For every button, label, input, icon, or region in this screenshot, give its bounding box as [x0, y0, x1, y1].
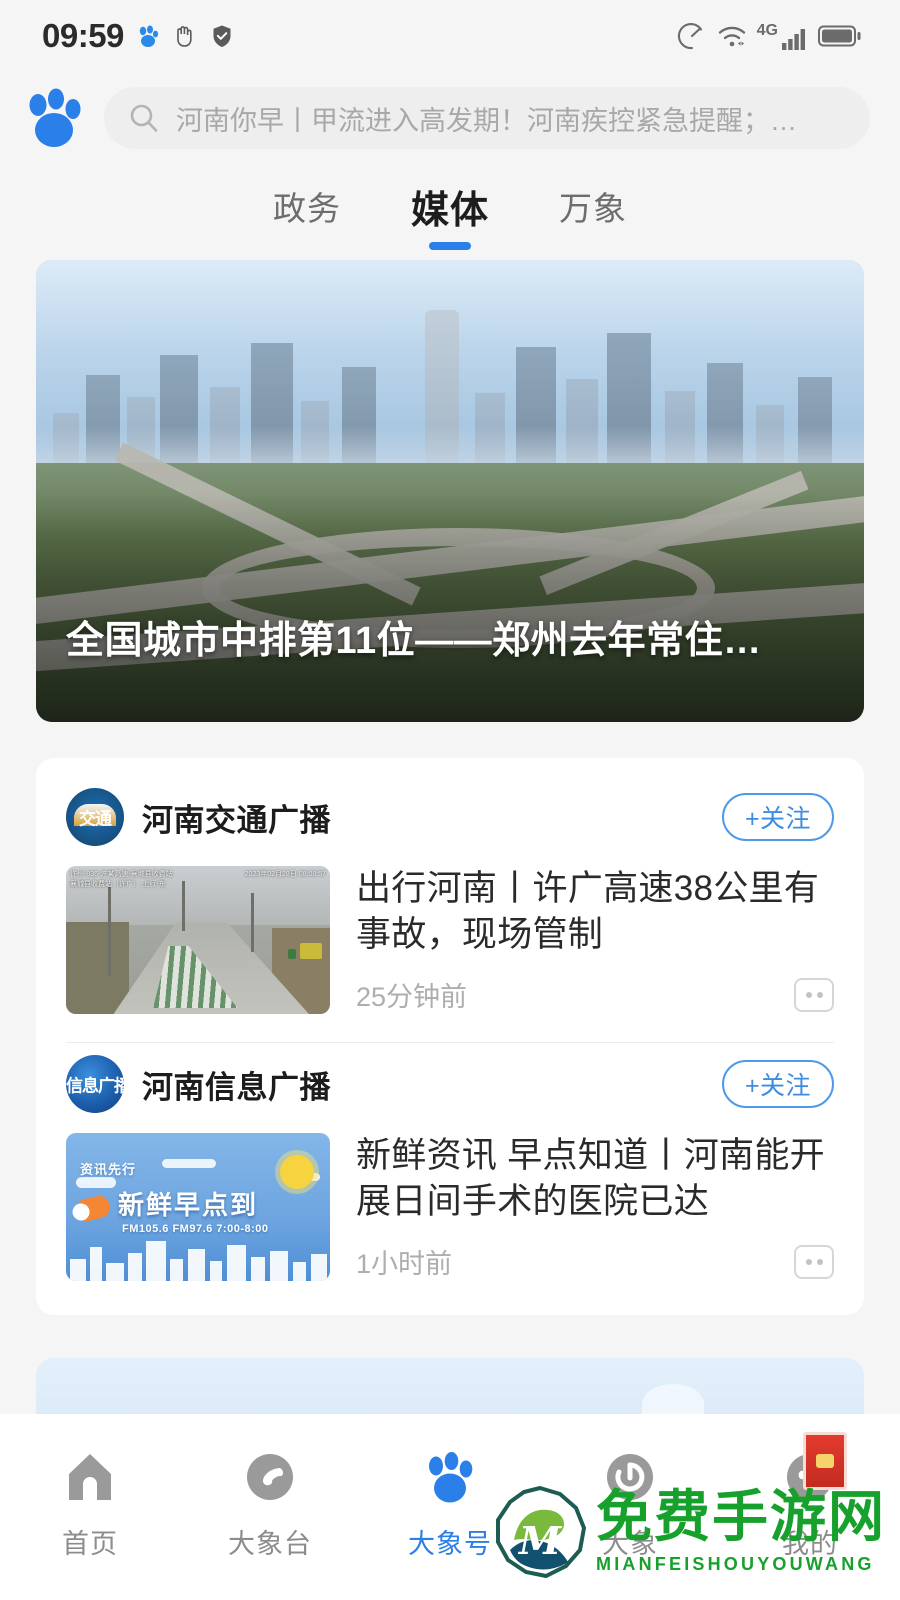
avatar[interactable]: 信息广播 [66, 1055, 124, 1113]
avatar-label: 信息广播 [66, 1076, 124, 1096]
shield-check-icon [213, 25, 231, 47]
compass-icon [239, 1446, 301, 1508]
media-feed-card: 交通 河南交通广播 +关注 许州-036-许某高速-襄城县收费站 襄城县收费站（… [36, 758, 864, 1315]
news-text-block: 出行河南丨许广高速38公里有事故，现场管制 25分钟前 [356, 866, 834, 1014]
speedometer-icon [677, 23, 702, 50]
news-source-row: 交通 河南交通广播 +关注 [66, 784, 834, 850]
news-item[interactable]: 交通 河南交通广播 +关注 许州-036-许某高速-襄城县收费站 襄城县收费站（… [66, 784, 834, 1014]
thumb-road-sign [300, 942, 322, 959]
status-bar: 09:59 4G [0, 0, 900, 72]
tab-label: 政务 [272, 190, 341, 227]
status-time: 09:59 [42, 17, 124, 54]
follow-label: +关注 [744, 805, 812, 833]
thumb-pole [182, 880, 186, 932]
nav-label: 首页 [62, 1529, 118, 1559]
news-timestamp: 1小时前 [356, 1249, 453, 1279]
thumb-overlay-timestamp: 2023年02月28日 08:08:57 [244, 871, 326, 878]
tab-label: 万象 [559, 190, 627, 227]
news-thumbnail[interactable]: 资讯先行 新鲜早点到 FM105.6 FM97.6 7:00-8:00 [66, 1133, 330, 1281]
paw-logo-icon [139, 25, 159, 47]
radio-tagline: 资讯先行 [80, 1162, 137, 1177]
category-tab-bar: 政务 媒体 万象 [0, 164, 900, 252]
bottom-navigation-bar: 首页 大象台 大象号 大象 我的 [0, 1414, 900, 1600]
tab-zhengwu[interactable]: 政务 [267, 182, 347, 230]
news-title: 新鲜资讯 早点知道丨河南能开展日间手术的医院已达 [356, 1136, 825, 1222]
nav-label: 我的 [782, 1529, 838, 1559]
nav-label: 大象号 [408, 1529, 492, 1559]
avatar-label: 交通 [79, 809, 112, 829]
news-text-block: 新鲜资讯 早点知道丨河南能开展日间手术的医院已达 1小时前 [356, 1133, 834, 1281]
battery-icon [818, 25, 861, 47]
envelope-badge[interactable] [803, 1432, 847, 1490]
more-options-icon[interactable] [794, 1244, 834, 1279]
signal-4g-icon: 4G [757, 22, 809, 51]
elephant-paw-logo[interactable] [18, 82, 90, 154]
avatar[interactable]: 交通 [66, 788, 124, 846]
follow-button[interactable]: +关注 [722, 1060, 834, 1108]
news-thumbnail[interactable]: 许州-036-许某高速-襄城县收费站 襄城县收费站（许广）-上行-东 2023年… [66, 866, 330, 1014]
tab-label: 媒体 [410, 189, 489, 232]
nav-item-mine[interactable]: 我的 [720, 1432, 900, 1561]
thumb-overlay-text: 襄城县收费站（许广）-上行-东 [70, 881, 166, 888]
face-icon [779, 1432, 847, 1508]
refresh-circle-icon [599, 1446, 661, 1508]
news-meta-row: 1小时前 [356, 1228, 834, 1281]
news-source-name: 河南交通广播 [142, 802, 331, 838]
nav-label: 大象台 [228, 1529, 312, 1559]
tab-wanxiang[interactable]: 万象 [553, 182, 633, 230]
cloud-icon [76, 1177, 116, 1188]
news-source-row: 信息广播 河南信息广播 +关注 [66, 1051, 834, 1117]
status-bar-right: 4G [677, 21, 862, 51]
wifi-icon [718, 26, 745, 47]
news-body: 许州-036-许某高速-襄城县收费站 襄城县收费站（许广）-上行-东 2023年… [66, 866, 834, 1014]
news-meta-row: 25分钟前 [356, 961, 834, 1014]
follow-label: +关注 [744, 1072, 812, 1100]
news-item[interactable]: 信息广播 河南信息广播 +关注 资讯先行 新鲜早点到 FM105.6 FM97.… [66, 1051, 834, 1281]
feed-divider [66, 1042, 834, 1043]
hero-banner[interactable]: 全国城市中排第11位——郑州去年常住… [36, 260, 864, 722]
paw-icon [419, 1446, 481, 1508]
follow-button[interactable]: +关注 [722, 793, 834, 841]
megaphone-icon [77, 1193, 113, 1223]
thumb-pole [108, 886, 112, 976]
thumb-road-sign [288, 948, 296, 959]
search-header: 河南你早丨甲流进入高发期！河南疾控紧急提醒；… [0, 72, 900, 164]
nav-item-daxianghao[interactable]: 大象号 [360, 1446, 540, 1561]
home-icon [59, 1446, 121, 1508]
news-title: 出行河南丨许广高速38公里有事故，现场管制 [356, 869, 820, 955]
news-body: 资讯先行 新鲜早点到 FM105.6 FM97.6 7:00-8:00 新鲜资讯… [66, 1133, 834, 1281]
sun-icon [280, 1155, 314, 1189]
news-source-name: 河南信息广播 [142, 1069, 331, 1105]
hero-caption: 全国城市中排第11位——郑州去年常住… [66, 620, 762, 662]
hand-icon [177, 26, 192, 47]
thumb-pole [250, 892, 254, 952]
hero-gradient-overlay [36, 492, 864, 722]
tab-active-indicator [428, 241, 471, 250]
nav-item-daxiang[interactable]: 大象 [540, 1446, 720, 1561]
search-placeholder: 河南你早丨甲流进入高发期！河南疾控紧急提醒；… [176, 105, 797, 136]
news-timestamp: 25分钟前 [356, 982, 468, 1012]
more-options-icon[interactable] [794, 977, 834, 1012]
cloud-icon [162, 1159, 216, 1168]
tab-meiti[interactable]: 媒体 [405, 179, 495, 250]
search-icon [130, 104, 158, 132]
nav-label: 大象 [602, 1529, 658, 1559]
city-skyline-graphic [66, 1239, 330, 1281]
nav-item-daxiangtai[interactable]: 大象台 [180, 1446, 360, 1561]
status-bar-left: 09:59 [42, 17, 235, 55]
search-input[interactable]: 河南你早丨甲流进入高发期！河南疾控紧急提醒；… [104, 87, 870, 149]
radio-frequency: FM105.6 FM97.6 7:00-8:00 [122, 1223, 269, 1235]
nav-item-home[interactable]: 首页 [0, 1446, 180, 1561]
radio-title: 新鲜早点到 [118, 1190, 259, 1220]
thumb-roadside [66, 922, 130, 1014]
thumb-overlay-text: 许州-036-许某高速-襄城县收费站 [70, 871, 173, 878]
